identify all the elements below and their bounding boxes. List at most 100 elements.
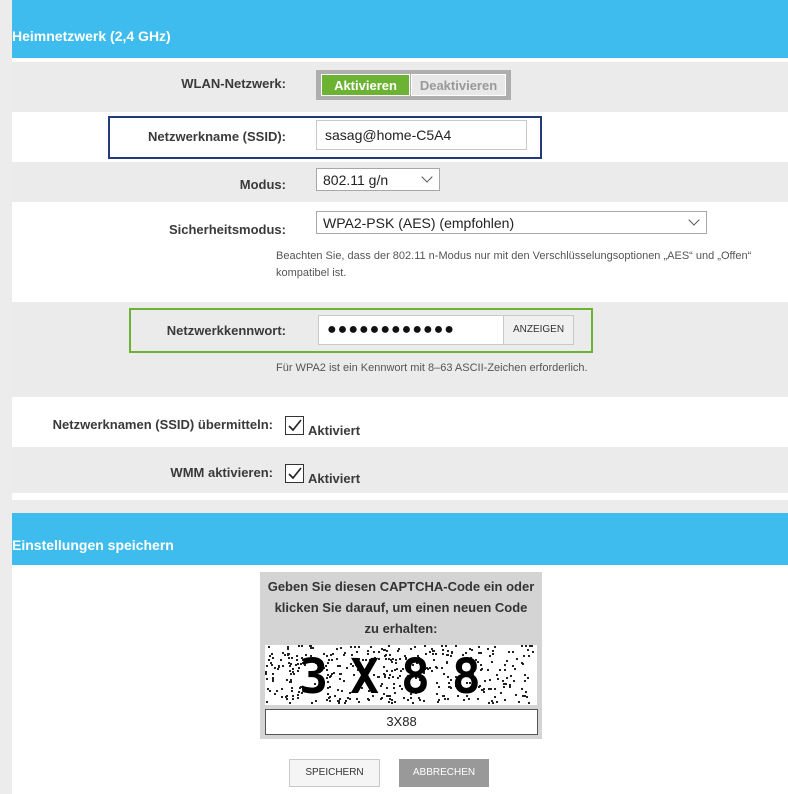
mode-label: Modus: — [239, 177, 286, 192]
captcha-noise-dot — [503, 686, 505, 688]
captcha-noise-dot — [289, 670, 291, 672]
captcha-noise-dot — [513, 680, 515, 682]
captcha-noise-dot — [287, 648, 289, 650]
captcha-noise-dot — [266, 665, 268, 667]
mode-value: 802.11 g/n — [323, 172, 389, 188]
security-note: Beachten Sie, dass der 802.11 n-Modus nu… — [276, 250, 752, 279]
captcha-noise-dot — [292, 698, 294, 700]
wmm-label: WMM aktivieren: — [170, 465, 273, 480]
captcha-noise-dot — [503, 683, 505, 685]
captcha-noise-dot — [287, 653, 289, 655]
captcha-noise-dot — [296, 655, 298, 657]
captcha-noise-dot — [269, 655, 271, 657]
captcha-noise-dot — [504, 669, 506, 671]
captcha-noise-dot — [527, 649, 529, 651]
captcha-noise-dot — [288, 657, 290, 659]
checkmark-icon — [288, 419, 302, 432]
captcha-noise-dot — [291, 687, 293, 689]
captcha-noise-dot — [414, 646, 416, 648]
captcha-noise-dot — [287, 646, 289, 648]
captcha-noise-dot — [282, 665, 284, 667]
wifi-section-header: Heimnetzwerk (2,4 GHz) — [12, 0, 788, 58]
captcha-noise-dot — [524, 680, 526, 682]
captcha-noise-dot — [424, 645, 426, 647]
deactivate-button[interactable]: Deaktivieren — [411, 74, 506, 96]
captcha-noise-dot — [284, 654, 286, 656]
show-password-button[interactable]: ANZEIGEN — [503, 315, 574, 345]
captcha-noise-dot — [276, 690, 278, 692]
wlan-toggle: Aktivieren Deaktivieren — [316, 70, 511, 100]
captcha-noise-dot — [289, 702, 291, 704]
captcha-noise-dot — [292, 695, 294, 697]
captcha-noise-dot — [522, 695, 524, 697]
captcha-noise-dot — [505, 683, 507, 685]
captcha-input[interactable]: 3X88 — [265, 709, 538, 735]
security-select[interactable]: WPA2-PSK (AES) (empfohlen) — [316, 211, 707, 234]
mode-row: Modus: 802.11 g/n — [12, 162, 788, 202]
captcha-noise-dot — [504, 664, 506, 666]
security-label: Sicherheitsmodus: — [168, 222, 286, 237]
captcha-noise-dot — [516, 658, 518, 660]
captcha-noise-dot — [528, 702, 530, 704]
captcha-noise-dot — [290, 679, 292, 681]
captcha-noise-dot — [445, 645, 447, 647]
captcha-noise-dot — [529, 645, 531, 647]
captcha-noise-dot — [526, 696, 528, 698]
captcha-noise-dot — [524, 695, 526, 697]
cancel-button[interactable]: ABBRECHEN — [399, 759, 489, 787]
save-button[interactable]: SPEICHERN — [289, 759, 380, 787]
captcha-noise-dot — [358, 646, 360, 648]
save-section-header: Einstellungen speichern — [12, 513, 788, 565]
broadcast-ssid-checkbox[interactable] — [285, 416, 304, 435]
captcha-noise-dot — [455, 645, 457, 647]
activate-button[interactable]: Aktivieren — [321, 74, 410, 96]
captcha-box: Geben Sie diesen CAPTCHA-Code ein oder k… — [260, 572, 542, 739]
captcha-noise-dot — [272, 680, 274, 682]
save-section-title: Einstellungen speichern — [12, 537, 174, 553]
captcha-noise-dot — [286, 679, 288, 681]
chevron-down-icon — [688, 214, 700, 226]
captcha-noise-dot — [298, 645, 300, 647]
captcha-noise-dot — [292, 671, 294, 673]
captcha-noise-dot — [270, 662, 272, 664]
captcha-noise-dot — [508, 651, 510, 653]
captcha-noise-dot — [518, 701, 520, 703]
captcha-noise-dot — [277, 668, 279, 670]
wifi-section-title: Heimnetzwerk (2,4 GHz) — [12, 28, 171, 44]
wmm-checkbox[interactable] — [285, 464, 304, 483]
captcha-noise-dot — [282, 652, 284, 654]
captcha-noise-dot — [388, 645, 390, 647]
captcha-prompt: Geben Sie diesen CAPTCHA-Code ein oder k… — [267, 579, 535, 636]
captcha-noise-dot — [266, 701, 268, 703]
captcha-noise-dot — [267, 688, 269, 690]
captcha-noise-dot — [280, 659, 282, 661]
captcha-noise-dot — [521, 662, 523, 664]
captcha-noise-dot — [268, 659, 270, 661]
captcha-noise-dot — [524, 674, 526, 676]
captcha-noise-dot — [512, 651, 514, 653]
captcha-noise-dot — [290, 673, 292, 675]
mode-select[interactable]: 802.11 g/n — [316, 168, 440, 191]
captcha-noise-dot — [272, 673, 274, 675]
captcha-noise-dot — [521, 645, 523, 647]
captcha-noise-dot — [288, 662, 290, 664]
captcha-noise-dot — [350, 646, 352, 648]
captcha-noise-dot — [289, 665, 291, 667]
captcha-image[interactable]: 3X88 — [265, 645, 537, 705]
security-value: WPA2-PSK (AES) (empfohlen) — [323, 215, 515, 231]
password-input[interactable]: ●●●●●●●●●●●● — [318, 315, 504, 345]
captcha-noise-dot — [504, 699, 506, 701]
captcha-noise-dot — [512, 665, 514, 667]
captcha-noise-dot — [506, 660, 508, 662]
captcha-noise-dot — [523, 655, 525, 657]
captcha-noise-dot — [266, 678, 268, 680]
captcha-noise-dot — [291, 657, 293, 659]
captcha-noise-graphic: 3X88 — [265, 645, 534, 705]
captcha-noise-dot — [510, 675, 512, 677]
captcha-image-text: 3X88 — [299, 649, 503, 705]
captcha-noise-dot — [265, 671, 267, 673]
captcha-noise-dot — [289, 681, 291, 683]
captcha-noise-dot — [265, 673, 267, 675]
captcha-noise-dot — [525, 691, 527, 693]
captcha-noise-dot — [494, 646, 496, 648]
